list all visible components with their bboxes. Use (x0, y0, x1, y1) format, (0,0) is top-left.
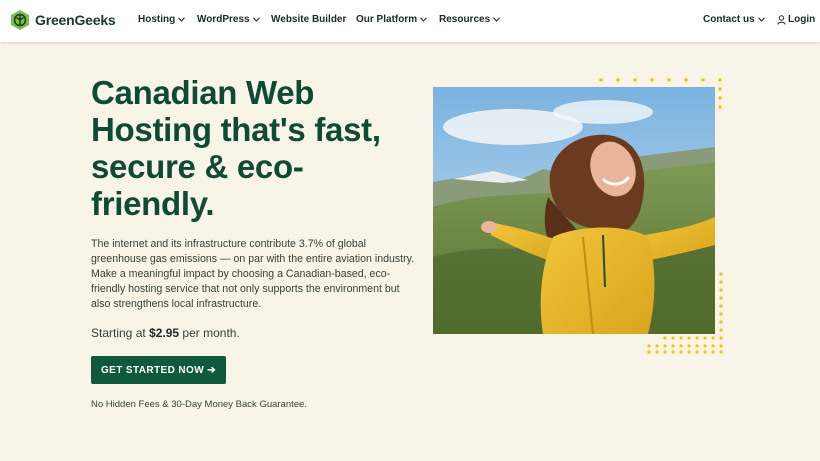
nav-website-builder-label: Website Builder (271, 14, 347, 25)
nav-wordpress-label: WordPress (197, 14, 250, 25)
nav-hosting-label: Hosting (138, 14, 176, 25)
nav-hosting[interactable]: Hosting (138, 14, 186, 25)
brand-logo[interactable]: GreenGeeks (9, 9, 116, 31)
top-navigation: GreenGeeks Hosting WordPress Website Bui… (0, 0, 820, 42)
price-prefix: Starting at (91, 326, 146, 340)
nav-login[interactable]: Login (777, 14, 815, 25)
get-started-button[interactable]: GET STARTED NOW ➔ (91, 356, 226, 384)
price-amount: $2.95 (149, 326, 180, 340)
brand-name: GreenGeeks (35, 12, 116, 28)
nav-wordpress[interactable]: WordPress (197, 14, 260, 25)
nav-login-label: Login (788, 14, 816, 25)
hero-description: The internet and its infrastructure cont… (91, 238, 415, 310)
nav-our-platform-label: Our Platform (356, 14, 418, 25)
nav-contact[interactable]: Contact us (703, 14, 765, 25)
chevron-down-icon (252, 17, 260, 22)
guarantee-note: No Hidden Fees & 30-Day Money Back Guara… (91, 399, 307, 410)
user-icon (777, 14, 786, 25)
hero-title: Canadian Web Hosting that's fast, secure… (91, 74, 381, 222)
nav-website-builder[interactable]: Website Builder (271, 14, 346, 25)
chevron-down-icon (178, 17, 186, 22)
chevron-down-icon (420, 17, 428, 22)
nav-our-platform[interactable]: Our Platform (356, 14, 428, 25)
price-suffix: per month. (182, 326, 240, 340)
starting-price: Starting at $2.95 per month. (91, 326, 240, 340)
chevron-down-icon (757, 17, 765, 22)
nav-resources-label: Resources (439, 14, 491, 25)
nav-contact-label: Contact us (703, 14, 755, 25)
nav-resources[interactable]: Resources (439, 14, 501, 25)
chevron-down-icon (493, 17, 501, 22)
greengeeks-logo-icon (11, 10, 29, 30)
hero-photo (433, 87, 715, 334)
